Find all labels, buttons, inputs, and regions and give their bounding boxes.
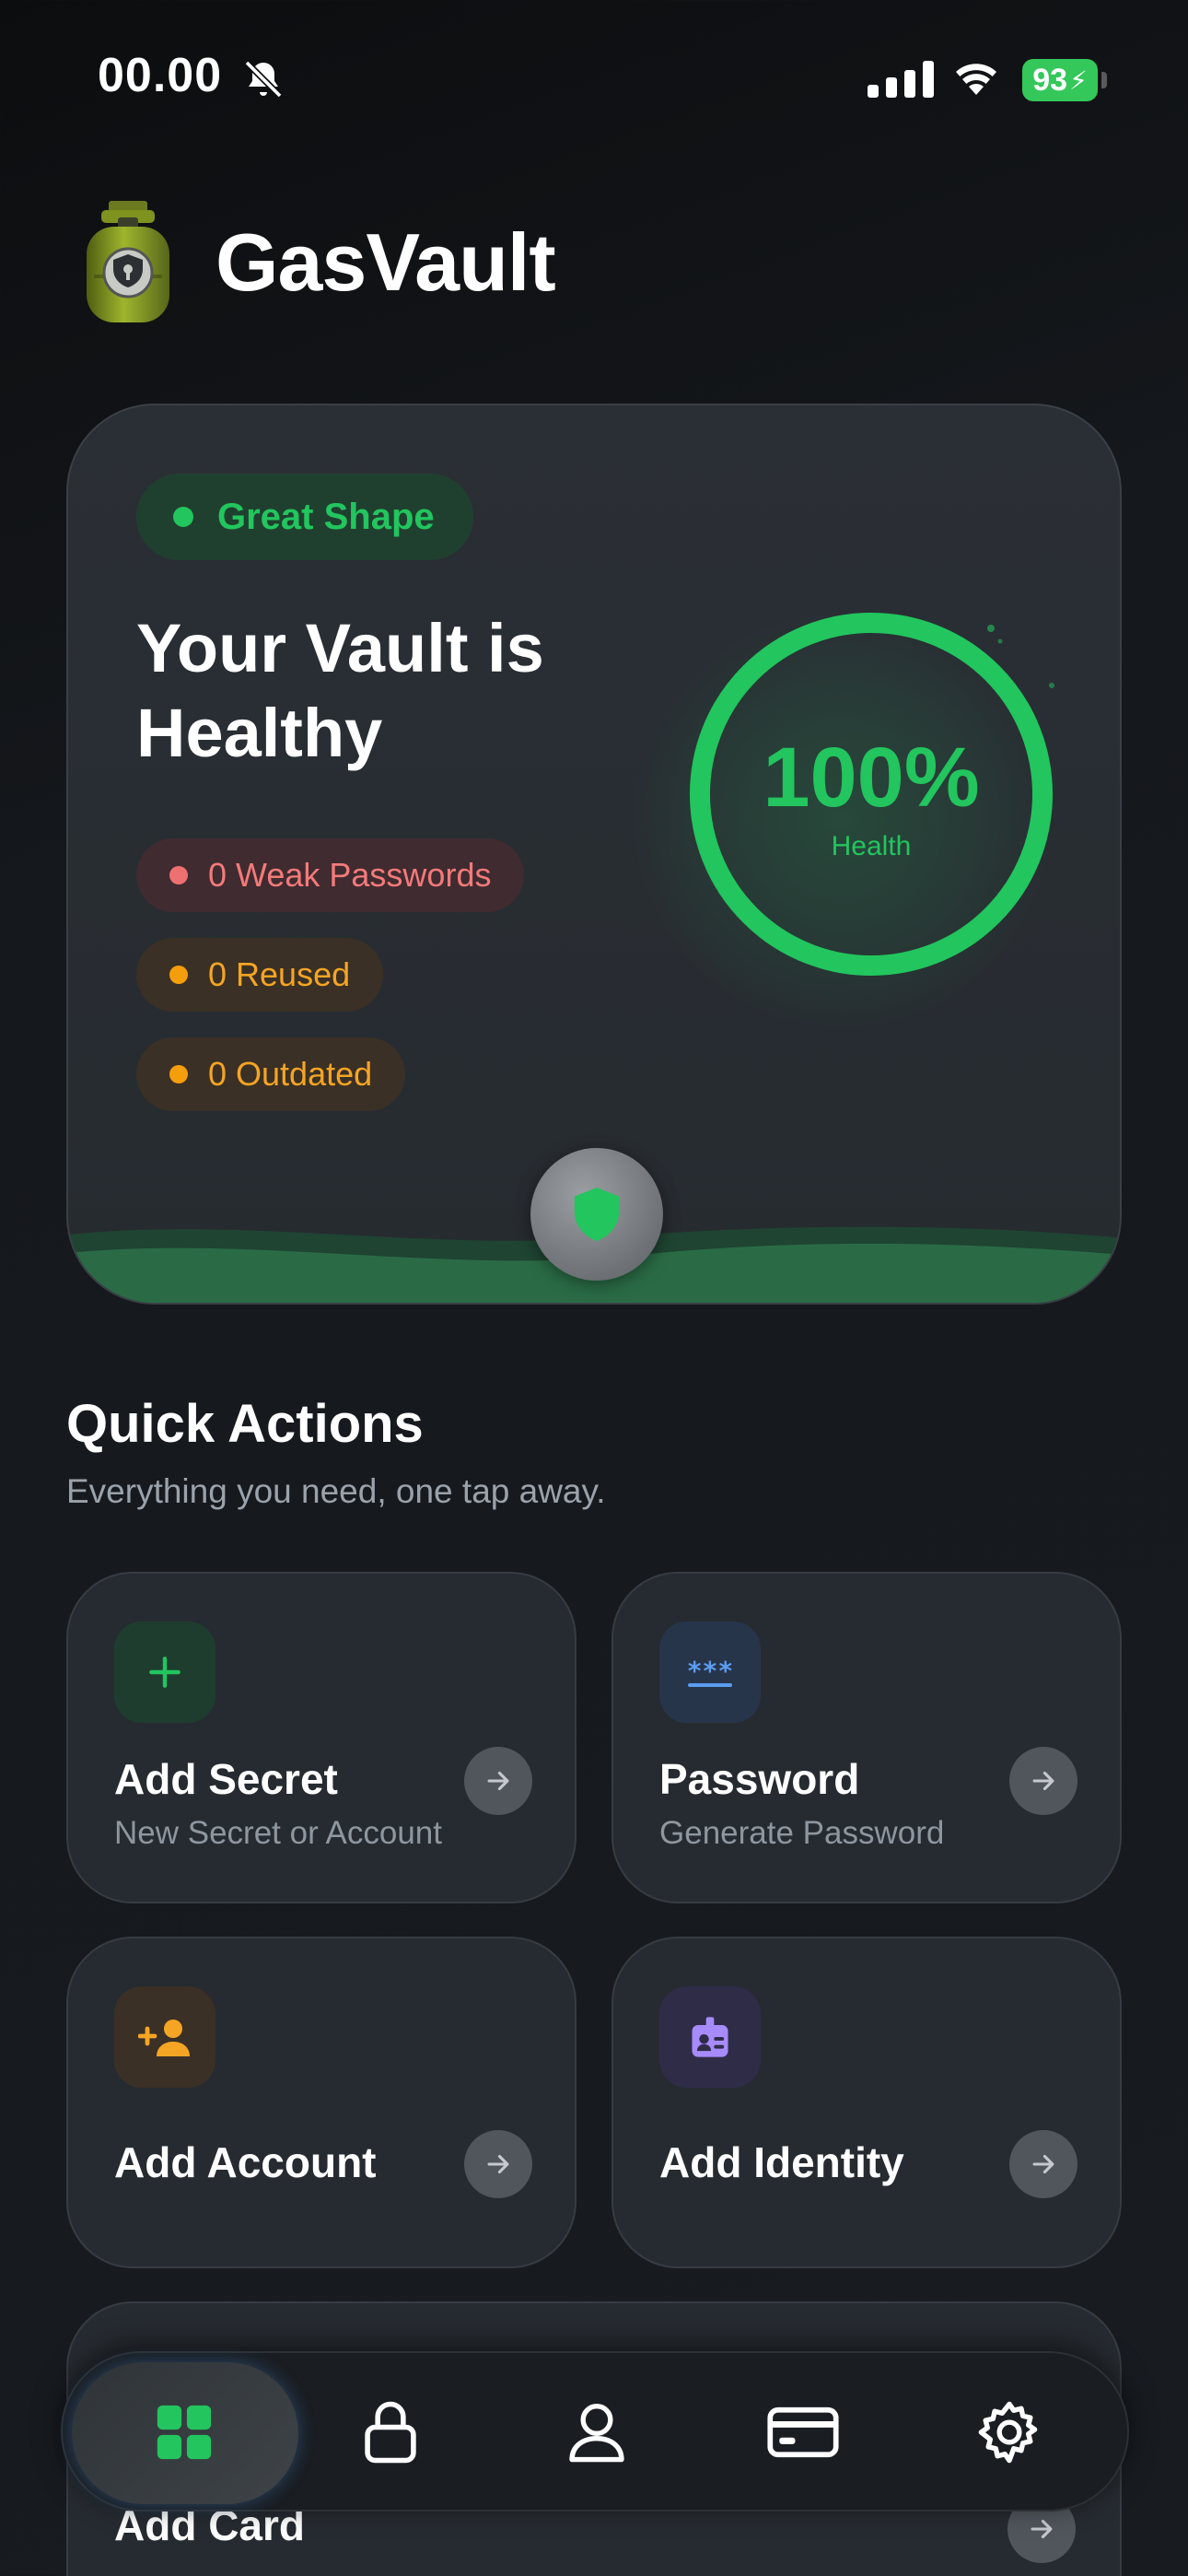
nav-item-settings[interactable] [965,2388,1054,2476]
reused-dot [169,966,188,984]
battery-indicator: 93 ⚡ [1022,59,1098,101]
add-secret-tile[interactable]: Add Secret New Secret or Account [66,1572,577,1903]
health-percent: 100% [763,731,980,825]
password-label: Password [659,1755,860,1803]
status-dot [173,507,193,527]
status-badge-label: Great Shape [217,496,435,537]
nav-item-vault[interactable] [346,2388,435,2476]
reused-passwords-badge[interactable]: 0 Reused [136,938,384,1012]
charging-bolt-icon: ⚡ [1069,65,1088,95]
weak-passwords-label: 0 Weak Passwords [208,856,492,894]
arrow-right-icon[interactable] [1009,2130,1077,2198]
gas-cylinder-lock-icon [87,201,169,322]
person-icon [569,2404,624,2463]
quick-actions-title: Quick Actions [66,1394,424,1454]
credit-card-icon [767,2406,839,2458]
status-time: 00.00 [98,49,223,102]
lock-icon [365,2401,416,2464]
outdated-passwords-label: 0 Outdated [208,1055,373,1093]
arrow-right-icon[interactable] [464,1747,532,1815]
password-generator-tile[interactable]: *** Password Generate Password [611,1572,1122,1903]
bell-muted-icon [244,60,283,99]
id-badge-icon [659,1986,761,2088]
password-description: Generate Password [659,1815,945,1851]
status-badge: Great Shape [136,474,473,560]
weak-passwords-badge[interactable]: 0 Weak Passwords [136,838,525,912]
plus-icon [114,1622,215,1723]
nav-item-dashboard[interactable] [140,2388,228,2476]
outdated-dot [169,1065,188,1083]
cellular-signal-icon [868,61,934,98]
add-secret-label: Add Secret [114,1755,338,1803]
password-dots-icon: *** [659,1622,761,1723]
gear-icon [978,2401,1038,2464]
arrow-right-icon[interactable] [464,2130,532,2198]
weak-dot [169,866,188,884]
outdated-passwords-badge[interactable]: 0 Outdated [136,1037,406,1111]
nav-item-accounts[interactable] [553,2388,641,2476]
add-person-icon [114,1986,215,2088]
battery-tip [1101,72,1107,88]
vault-health-title: Your Vault is Healthy [136,610,544,771]
wifi-icon [956,64,996,95]
svg-text:***: *** [687,1656,734,1686]
nav-item-cards[interactable] [759,2388,847,2476]
reused-passwords-label: 0 Reused [208,955,351,993]
quick-actions-subtitle: Everything you need, one tap away. [66,1472,606,1510]
arrow-right-icon[interactable] [1009,1747,1077,1815]
shield-icon [574,1188,620,1241]
app-title: GasVault [215,217,556,308]
add-account-label: Add Account [114,2138,377,2186]
health-label: Health [831,831,912,861]
add-identity-tile[interactable]: Add Identity [611,1937,1122,2268]
grid-icon [157,2405,212,2460]
add-account-tile[interactable]: Add Account [66,1937,577,2268]
add-identity-label: Add Identity [659,2138,904,2186]
bottom-navigation [61,2351,1129,2512]
shield-scan-button[interactable] [530,1148,663,1281]
add-secret-description: New Secret or Account [114,1815,442,1851]
vault-health-card[interactable]: Great Shape Your Vault is Healthy 0 Weak… [66,404,1122,1305]
